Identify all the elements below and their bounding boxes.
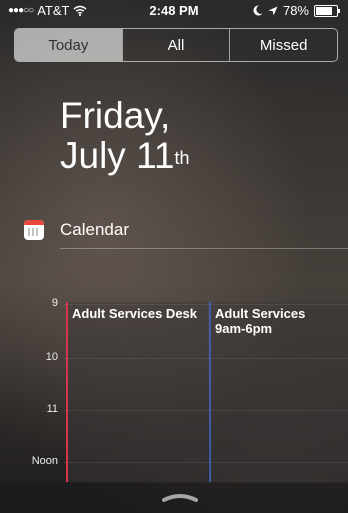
event-time: 9am-6pm bbox=[215, 321, 273, 336]
notification-tabs: Today All Missed bbox=[14, 28, 338, 62]
grabber-icon bbox=[162, 494, 198, 502]
calendar-widget-header[interactable]: Calendar bbox=[24, 218, 129, 242]
hour-label-9: 9 bbox=[51, 297, 58, 309]
month-day-label: July 11 bbox=[60, 135, 175, 176]
status-right: 78% bbox=[253, 3, 340, 18]
date-heading: Friday, July 11th bbox=[60, 96, 190, 176]
tab-today[interactable]: Today bbox=[15, 29, 122, 61]
widget-divider bbox=[60, 248, 348, 249]
calendar-icon bbox=[24, 220, 44, 240]
battery-icon bbox=[314, 4, 340, 17]
location-arrow-icon bbox=[268, 6, 278, 15]
hour-label-noon: Noon bbox=[31, 455, 58, 467]
battery-percentage: 78% bbox=[282, 3, 309, 18]
month-day-line: July 11th bbox=[60, 136, 190, 176]
hour-label-10: 10 bbox=[45, 351, 58, 363]
status-bar: ●●●○○ AT&T 2:48 PM 78% bbox=[0, 0, 348, 20]
event-title: Adult Services bbox=[215, 306, 306, 321]
hour-label-11: 11 bbox=[46, 403, 58, 415]
moon-icon bbox=[253, 5, 263, 16]
notification-center-handle[interactable] bbox=[0, 483, 348, 513]
calendar-widget-title: Calendar bbox=[60, 220, 129, 239]
tab-all[interactable]: All bbox=[121, 29, 230, 61]
tab-missed[interactable]: Missed bbox=[229, 29, 337, 61]
event-color-bar bbox=[209, 302, 211, 482]
calendar-event[interactable]: Adult Services Desk bbox=[66, 302, 208, 482]
calendar-event[interactable]: Adult Services 9am-6pm bbox=[209, 302, 348, 482]
event-title: Adult Services Desk bbox=[72, 306, 198, 321]
day-suffix: th bbox=[174, 148, 190, 168]
weekday-label: Friday, bbox=[60, 95, 171, 136]
event-color-bar bbox=[66, 302, 68, 482]
